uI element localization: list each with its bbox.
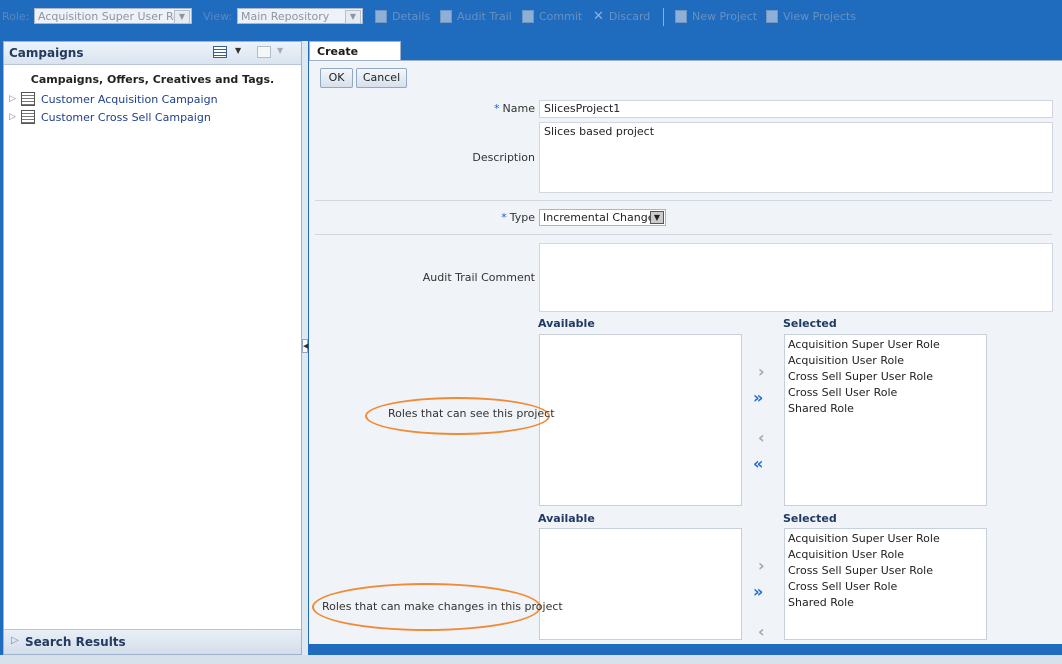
chevron-down-icon: ▼: [345, 10, 361, 24]
list-item[interactable]: Cross Sell Super User Role: [785, 369, 986, 385]
collapse-arrow-icon[interactable]: ◀: [302, 339, 308, 353]
move-left-icon[interactable]: ‹: [758, 622, 765, 641]
change-roles-selected-header: Selected: [783, 512, 837, 525]
campaigns-panel-header: Campaigns ▼ ▼: [4, 42, 301, 65]
type-label-text: Type: [509, 211, 535, 224]
change-roles-selected-list[interactable]: Acquisition Super User Role Acquisition …: [784, 528, 987, 640]
chevron-down-icon: ▼: [650, 211, 664, 224]
see-roles-selected-header: Selected: [783, 317, 837, 330]
see-roles-label: Roles that can see this project: [388, 407, 555, 420]
list-item[interactable]: Cross Sell Super User Role: [785, 563, 986, 579]
close-icon: ✕: [593, 9, 604, 24]
divider: [315, 234, 1052, 235]
move-all-right-icon[interactable]: »: [753, 582, 763, 601]
chevron-down-icon[interactable]: ▼: [277, 46, 291, 58]
chevron-down-icon: ▼: [174, 10, 190, 24]
expand-icon[interactable]: ▷: [9, 94, 17, 104]
see-roles-selected-list[interactable]: Acquisition Super User Role Acquisition …: [784, 334, 987, 506]
campaigns-panel: Campaigns ▼ ▼ Campaigns, Offers, Creativ…: [3, 41, 302, 655]
required-mark: *: [494, 102, 500, 115]
search-results-panel[interactable]: ▷ Search Results: [4, 629, 301, 654]
name-label-text: Name: [502, 102, 535, 115]
audit-trail-icon: [440, 10, 452, 23]
view-select-value: Main Repository: [241, 10, 330, 23]
list-item[interactable]: Acquisition Super User Role: [785, 531, 986, 547]
campaign-icon: [21, 110, 35, 124]
view-label: View:: [203, 10, 233, 23]
list-item[interactable]: Cross Sell User Role: [785, 385, 986, 401]
create-project-form: OK Cancel * Name SlicesProject1 Descripti…: [309, 60, 1062, 644]
change-roles-available-list[interactable]: [539, 528, 742, 640]
audit-trail-button[interactable]: Audit Trail: [440, 10, 512, 23]
list-item[interactable]: Cross Sell User Role: [785, 579, 986, 595]
chevron-down-icon[interactable]: ▼: [235, 46, 249, 58]
tree-item-customer-acquisition[interactable]: ▷ Customer Acquisition Campaign: [4, 92, 218, 106]
tree-item-label: Customer Acquisition Campaign: [41, 92, 218, 106]
see-roles-available-list[interactable]: [539, 334, 742, 506]
view-select[interactable]: Main Repository ▼: [237, 8, 363, 24]
audit-trail-comment-field[interactable]: [539, 243, 1053, 312]
discard-button[interactable]: ✕ Discard: [593, 10, 650, 23]
new-project-label: New Project: [692, 10, 758, 23]
ok-button[interactable]: OK: [320, 68, 353, 88]
role-select-value: Acquisition Super User Role: [38, 10, 190, 23]
search-results-title: Search Results: [25, 635, 126, 649]
divider: [315, 200, 1052, 201]
commit-icon: [522, 10, 534, 23]
view-projects-button[interactable]: View Projects: [766, 10, 856, 23]
details-icon: [375, 10, 387, 23]
move-left-icon[interactable]: ‹: [758, 428, 765, 447]
change-roles-available-header: Available: [538, 512, 595, 525]
top-toolbar: Role: Acquisition Super User Role ▼ View…: [0, 0, 1062, 34]
list-item[interactable]: Acquisition User Role: [785, 353, 986, 369]
description-label: Description: [472, 151, 535, 164]
expand-icon: ▷: [11, 635, 19, 646]
tab-create-project[interactable]: Create Project: [309, 41, 401, 71]
new-item-icon[interactable]: [257, 46, 271, 58]
cancel-button[interactable]: Cancel: [356, 68, 407, 88]
change-roles-label: Roles that can make changes in this proj…: [322, 600, 563, 613]
type-label: * Type: [429, 211, 535, 224]
name-label: * Name: [429, 102, 535, 115]
list-item[interactable]: Shared Role: [785, 401, 986, 417]
required-mark: *: [501, 211, 507, 224]
audit-trail-comment-label: Audit Trail Comment: [422, 271, 535, 284]
campaigns-panel-title: Campaigns: [9, 46, 84, 60]
move-right-icon[interactable]: ›: [758, 556, 765, 575]
status-strip: [0, 655, 1062, 664]
tree-item-customer-cross-sell[interactable]: ▷ Customer Cross Sell Campaign: [4, 110, 211, 124]
new-project-icon: [675, 10, 687, 23]
list-item[interactable]: Acquisition Super User Role: [785, 337, 986, 353]
name-field[interactable]: SlicesProject1: [539, 100, 1053, 118]
move-all-left-icon[interactable]: «: [753, 454, 763, 473]
type-select[interactable]: Incremental Changes ▼: [539, 209, 666, 226]
list-item[interactable]: Shared Role: [785, 595, 986, 611]
role-select[interactable]: Acquisition Super User Role ▼: [34, 8, 192, 24]
role-label: Role:: [2, 10, 30, 23]
move-right-icon[interactable]: ›: [758, 362, 765, 381]
list-view-icon[interactable]: [213, 46, 227, 58]
details-button[interactable]: Details: [375, 10, 430, 23]
commit-button[interactable]: Commit: [522, 10, 582, 23]
view-projects-icon: [766, 10, 778, 23]
type-select-value: Incremental Changes: [543, 211, 661, 224]
details-label: Details: [392, 10, 431, 23]
see-roles-available-header: Available: [538, 317, 595, 330]
panel-splitter[interactable]: ◀: [302, 41, 308, 655]
campaign-icon: [21, 92, 35, 106]
expand-icon[interactable]: ▷: [9, 112, 17, 122]
discard-label: Discard: [608, 10, 651, 23]
move-all-right-icon[interactable]: »: [753, 388, 763, 407]
tree-item-label: Customer Cross Sell Campaign: [41, 110, 211, 124]
list-item[interactable]: Acquisition User Role: [785, 547, 986, 563]
audit-trail-label: Audit Trail: [457, 10, 512, 23]
toolbar-divider: [663, 8, 664, 26]
commit-label: Commit: [539, 10, 583, 23]
view-projects-label: View Projects: [783, 10, 856, 23]
new-project-button[interactable]: New Project: [675, 10, 757, 23]
campaigns-panel-subtitle: Campaigns, Offers, Creatives and Tags.: [30, 73, 275, 86]
description-field[interactable]: Slices based project: [539, 122, 1053, 193]
